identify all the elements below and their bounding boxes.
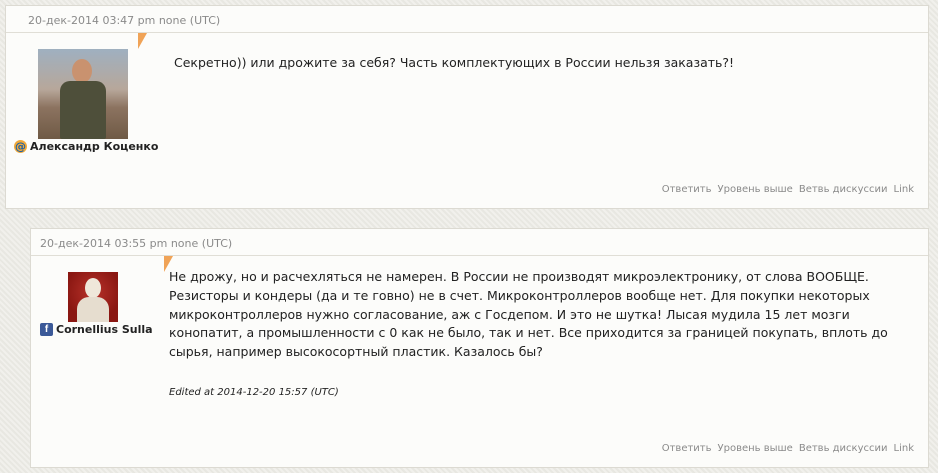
comment-text: Секретно)) или дрожите за себя? Часть ко… bbox=[174, 55, 735, 70]
author-name[interactable]: f Cornellius Sulla bbox=[40, 323, 153, 336]
edited-note: Edited at 2014-12-20 15:57 (UTC) bbox=[169, 387, 339, 398]
author-name[interactable]: @ Александр Коценко bbox=[14, 140, 158, 153]
comment-text-line: микроконтроллеров нужно согласование, аж… bbox=[169, 306, 850, 322]
comment-text: Не дрожу, но и расчехляться не намерен. … bbox=[169, 268, 904, 362]
reply-link[interactable]: Ответить bbox=[662, 184, 712, 195]
parent-link[interactable]: Уровень выше bbox=[718, 184, 793, 195]
thread-link[interactable]: Ветвь дискуссии bbox=[799, 443, 888, 454]
facebook-icon: f bbox=[40, 323, 53, 336]
comment-meta: 20-дек-2014 03:55 pm none (UTC) bbox=[31, 229, 928, 256]
reply-link[interactable]: Ответить bbox=[662, 443, 712, 454]
comment-1: 20-дек-2014 03:47 pm none (UTC) @ Алекса… bbox=[5, 5, 929, 209]
comment-meta: 20-дек-2014 03:47 pm none (UTC) bbox=[6, 6, 928, 33]
comment-text-line: Не дрожу, но и расчехляться не намерен. … bbox=[169, 269, 869, 284]
permalink[interactable]: Link bbox=[894, 443, 914, 454]
livejournal-at-icon: @ bbox=[14, 140, 27, 153]
comment-2: 20-дек-2014 03:55 pm none (UTC) f Cornel… bbox=[30, 228, 929, 468]
avatar[interactable] bbox=[38, 49, 128, 139]
comment-actions: Ответить Уровень выше Ветвь дискуссии Li… bbox=[662, 443, 914, 454]
comment-actions: Ответить Уровень выше Ветвь дискуссии Li… bbox=[662, 184, 914, 195]
comment-text-line: конопатит, а промышленности с 0 как не б… bbox=[169, 325, 888, 341]
author-label[interactable]: Александр Коценко bbox=[30, 140, 158, 153]
parent-link[interactable]: Уровень выше bbox=[718, 443, 793, 454]
avatar[interactable] bbox=[68, 272, 118, 322]
comment-text-line: Резисторы и кондеры (да и те говно) не в… bbox=[169, 287, 870, 303]
comment-flag-marker bbox=[138, 33, 147, 49]
comment-text-line: сырья, например высокосортный пластик. К… bbox=[169, 344, 543, 360]
permalink[interactable]: Link bbox=[894, 184, 914, 195]
thread-link[interactable]: Ветвь дискуссии bbox=[799, 184, 888, 195]
author-label[interactable]: Cornellius Sulla bbox=[56, 323, 153, 336]
